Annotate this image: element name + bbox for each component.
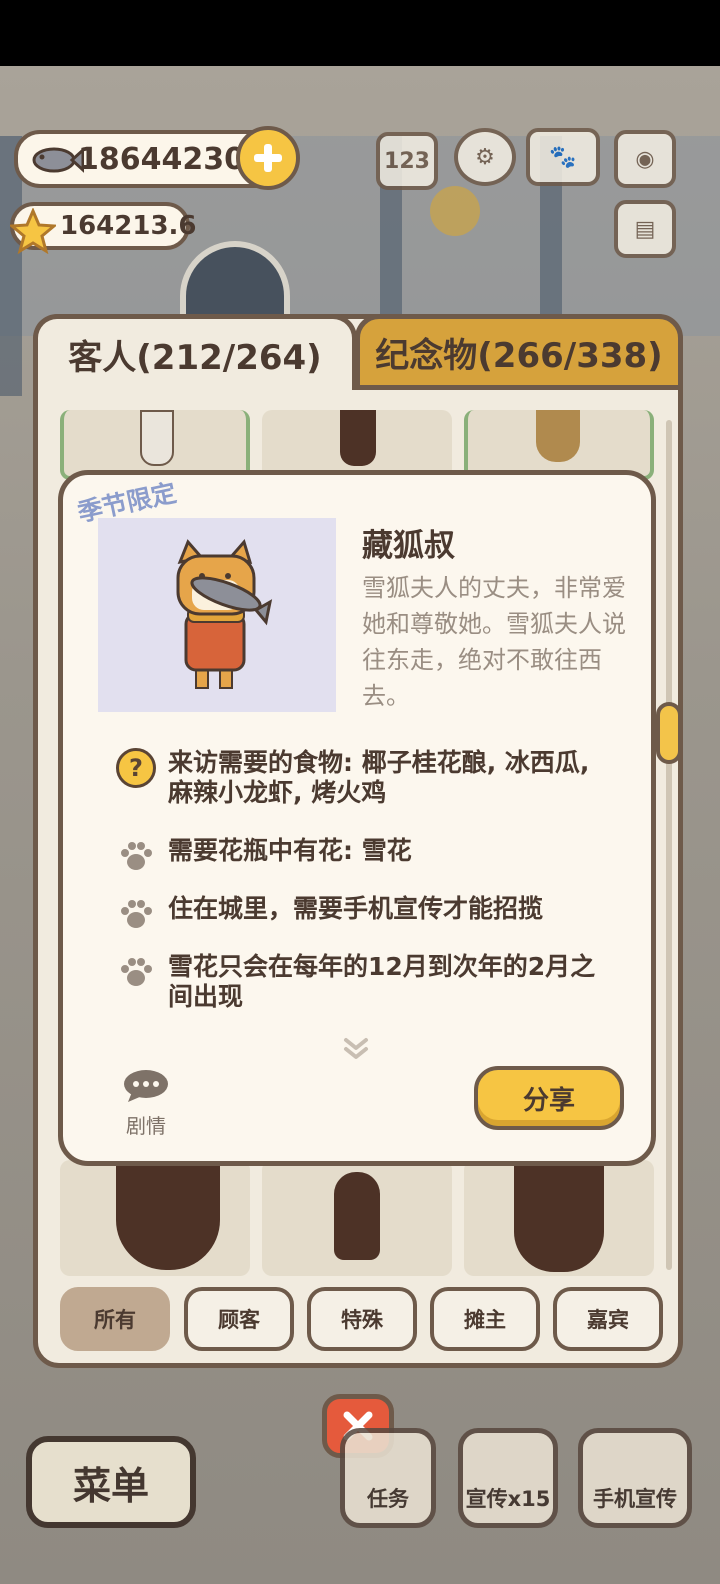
scrollbar-handle[interactable]	[656, 702, 682, 764]
guestbook-icon[interactable]: 🐾	[526, 128, 600, 186]
guest-figure	[140, 410, 174, 466]
fish-count: 18644230	[78, 141, 245, 177]
phone-promo-button[interactable]: 手机宣传	[578, 1428, 692, 1528]
requirement-text: 雪花只会在每年的12月到次年的2月之间出现	[168, 952, 596, 1011]
requirement-food: ? 来访需要的食物: 椰子桂花酿, 冰西瓜, 麻辣小龙虾, 烤火鸡	[116, 748, 616, 808]
question-icon[interactable]: ?	[116, 748, 156, 788]
fox-character-icon	[176, 538, 273, 689]
paw-icon	[121, 900, 152, 928]
guest-silhouette	[340, 410, 376, 466]
plus-icon	[254, 144, 282, 172]
requirement-text: 住在城里，需要手机宣传才能招揽	[168, 894, 544, 923]
paw-icon	[121, 958, 152, 986]
filter-vendors[interactable]: 摊主	[430, 1287, 540, 1351]
star-currency: 164213.6	[10, 202, 197, 254]
fish-icon	[32, 147, 84, 173]
status-bar	[0, 0, 720, 66]
ranking-icon[interactable]: 123	[376, 132, 438, 190]
share-button[interactable]: 分享	[474, 1066, 624, 1130]
tab-souvenirs[interactable]: 纪念物(266/338)	[355, 314, 683, 390]
camera-icon[interactable]: ◉	[614, 130, 676, 188]
guest-name: 藏狐叔	[362, 528, 455, 564]
story-button[interactable]: 剧情	[118, 1068, 174, 1139]
guest-figure	[536, 410, 580, 462]
requirement-flower: 需要花瓶中有花: 雪花	[116, 836, 616, 876]
tasks-button[interactable]: 任务	[340, 1428, 436, 1528]
requirement-text: 来访需要的食物: 椰子桂花酿, 冰西瓜, 麻辣小龙虾, 烤火鸡	[168, 748, 590, 807]
star-icon	[10, 208, 56, 254]
filter-special[interactable]: 特殊	[307, 1287, 417, 1351]
guest-silhouette	[334, 1172, 380, 1260]
requirement-season: 雪花只会在每年的12月到次年的2月之间出现	[116, 952, 616, 1012]
paw-icon	[121, 842, 152, 870]
menu-button[interactable]: 菜单	[26, 1436, 196, 1528]
filter-customers[interactable]: 顾客	[184, 1287, 294, 1351]
add-currency-button[interactable]	[236, 126, 300, 190]
promo-button[interactable]: 宣传x15	[458, 1428, 558, 1528]
chevron-down-icon[interactable]	[340, 1034, 372, 1062]
chat-bubble-icon	[124, 1070, 168, 1102]
list-scrollbar[interactable]	[666, 420, 672, 1270]
requirement-text: 需要花瓶中有花: 雪花	[168, 836, 412, 865]
guest-portrait	[98, 518, 336, 712]
guest-silhouette	[514, 1160, 604, 1272]
star-count: 164213.6	[60, 211, 197, 241]
guest-description: 雪狐夫人的丈夫，非常爱她和尊敬她。雪狐夫人说往东走，绝对不敢往西去。	[362, 574, 626, 710]
gear-icon[interactable]: ⚙	[454, 128, 516, 186]
tab-guests[interactable]: 客人(212/264)	[33, 314, 357, 390]
filter-guests[interactable]: 嘉宾	[553, 1287, 663, 1351]
guest-silhouette	[116, 1160, 220, 1270]
story-label: 剧情	[126, 1114, 166, 1138]
requirement-promo: 住在城里，需要手机宣传才能招揽	[116, 894, 616, 934]
filter-all[interactable]: 所有	[60, 1287, 170, 1351]
newspaper-icon[interactable]: ▤	[614, 200, 676, 258]
moon-icon	[430, 186, 480, 236]
